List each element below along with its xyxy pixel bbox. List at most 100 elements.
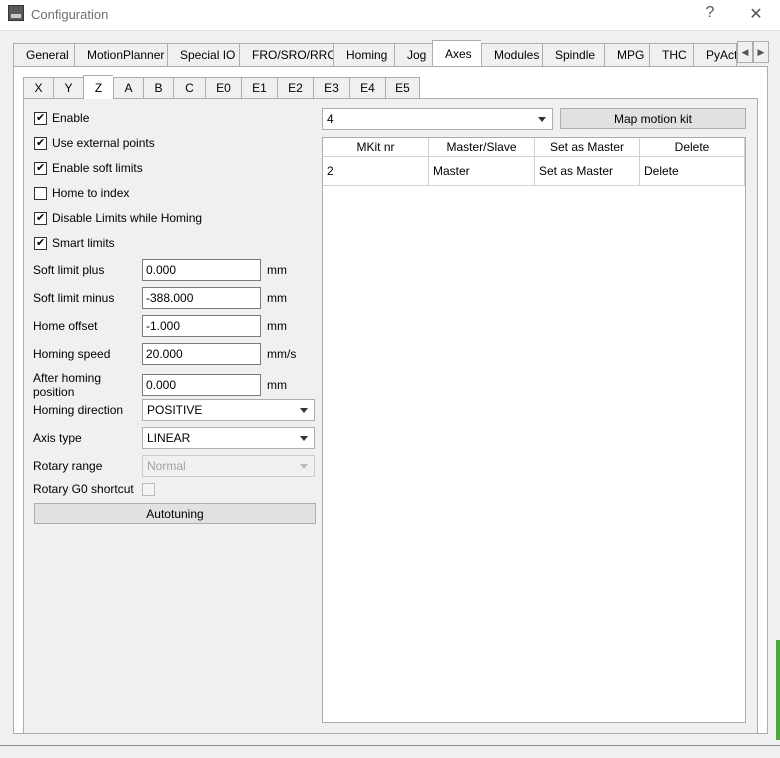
- home-to-index-checkbox[interactable]: Home to index: [34, 186, 129, 200]
- rotary-g0-shortcut-label: Rotary G0 shortcut: [33, 482, 134, 496]
- window-title: Configuration: [31, 7, 109, 22]
- tab-jog[interactable]: Jog: [394, 43, 432, 67]
- homing-speed-field[interactable]: [142, 343, 261, 365]
- tab-scroll-buttons: ◀ ▶: [737, 41, 769, 63]
- home-offset-field[interactable]: [142, 315, 261, 337]
- checkbox-box[interactable]: [34, 111, 47, 125]
- enable-soft-limits-checkbox[interactable]: Enable soft limits: [34, 161, 143, 175]
- soft-limit-plus-field[interactable]: [142, 259, 261, 281]
- home-offset-label: Home offset: [33, 319, 98, 333]
- axis-tab-e3[interactable]: E3: [313, 77, 349, 99]
- soft-limit-plus-unit: mm: [267, 263, 287, 277]
- axis-tab-y[interactable]: Y: [53, 77, 83, 99]
- rotary-range-select: Normal: [142, 455, 315, 477]
- rotary-g0-shortcut-checkbox: [142, 482, 155, 496]
- axis-tab-x[interactable]: X: [23, 77, 53, 99]
- soft-limit-minus-label: Soft limit minus: [33, 291, 115, 305]
- tab-general[interactable]: General: [13, 43, 74, 67]
- use-external-points-checkbox[interactable]: Use external points: [34, 136, 155, 150]
- tab-spindle[interactable]: Spindle: [542, 43, 604, 67]
- column-header-mkit-nr[interactable]: MKit nr: [323, 138, 429, 156]
- tab-pyaction[interactable]: PyActio: [693, 43, 737, 67]
- homing-direction-row: Homing direction POSITIVE: [33, 399, 315, 421]
- axis-type-row: Axis type LINEAR: [33, 427, 315, 449]
- tab-fro-sro-rro[interactable]: FRO/SRO/RRO: [239, 43, 337, 67]
- soft-limit-minus-field[interactable]: [142, 287, 261, 309]
- rotary-range-label: Rotary range: [33, 459, 103, 473]
- help-button[interactable]: ?: [698, 4, 722, 22]
- checkbox-box[interactable]: [34, 186, 47, 200]
- chevron-right-icon: ▶: [757, 46, 765, 57]
- home-offset-unit: mm: [267, 319, 287, 333]
- after-homing-position-field[interactable]: [142, 374, 261, 396]
- chevron-left-icon: ◀: [741, 46, 749, 57]
- rotary-range-row: Rotary range Normal: [33, 455, 315, 477]
- axis-tab-z[interactable]: Z: [83, 75, 113, 99]
- checkbox-box[interactable]: [34, 161, 47, 175]
- delete-button[interactable]: Delete: [640, 157, 745, 185]
- soft-limit-minus-unit: mm: [267, 291, 287, 305]
- axis-tab-a[interactable]: A: [113, 77, 143, 99]
- tab-motion-planner[interactable]: MotionPlanner: [74, 43, 167, 67]
- autotuning-button[interactable]: Autotuning: [34, 503, 316, 524]
- chevron-down-icon: [300, 408, 308, 413]
- cell-master-slave: Master: [429, 157, 535, 185]
- app-icon: [8, 5, 24, 21]
- tab-scroll-left-button[interactable]: ◀: [737, 41, 753, 63]
- tab-thc[interactable]: THC: [649, 43, 693, 67]
- soft-limit-plus-row: Soft limit plus mm: [33, 259, 287, 281]
- soft-limit-minus-row: Soft limit minus mm: [33, 287, 287, 309]
- motion-kit-table: MKit nr Master/Slave Set as Master Delet…: [322, 137, 746, 723]
- disable-limits-while-homing-checkbox[interactable]: Disable Limits while Homing: [34, 211, 202, 225]
- axis-tab-e0[interactable]: E0: [205, 77, 241, 99]
- tab-mpg[interactable]: MPG: [604, 43, 649, 67]
- axis-type-select[interactable]: LINEAR: [142, 427, 315, 449]
- home-offset-row: Home offset mm: [33, 315, 287, 337]
- window-bottom-edge: [0, 745, 780, 758]
- rotary-g0-shortcut-row: Rotary G0 shortcut: [33, 482, 160, 496]
- after-homing-position-unit: mm: [267, 378, 287, 392]
- checkbox-box[interactable]: [34, 211, 47, 225]
- checkbox-box[interactable]: [34, 236, 47, 250]
- column-header-delete[interactable]: Delete: [640, 138, 745, 156]
- title-bar: Configuration ? ✕: [0, 0, 780, 30]
- homing-direction-select[interactable]: POSITIVE: [142, 399, 315, 421]
- column-header-master-slave[interactable]: Master/Slave: [429, 138, 535, 156]
- table-header: MKit nr Master/Slave Set as Master Delet…: [323, 138, 745, 157]
- tab-modules[interactable]: Modules: [481, 43, 542, 67]
- close-button[interactable]: ✕: [744, 4, 768, 24]
- table-row: 2 Master Set as Master Delete: [323, 157, 745, 186]
- main-tab-bar: General MotionPlanner Special IO FRO/SRO…: [13, 40, 737, 67]
- axis-tab-e5[interactable]: E5: [385, 77, 420, 99]
- smart-limits-checkbox[interactable]: Smart limits: [34, 236, 115, 250]
- axis-tab-bar: X Y Z A B C E0 E1 E2 E3 E4 E5: [23, 75, 420, 99]
- homing-speed-label: Homing speed: [33, 347, 111, 361]
- axis-tab-e4[interactable]: E4: [349, 77, 385, 99]
- tab-special-io[interactable]: Special IO: [167, 43, 239, 67]
- cell-mkit-nr: 2: [323, 157, 429, 185]
- homing-speed-row: Homing speed mm/s: [33, 343, 296, 365]
- tab-axes[interactable]: Axes: [432, 40, 481, 66]
- homing-speed-unit: mm/s: [267, 347, 297, 361]
- soft-limit-plus-label: Soft limit plus: [33, 263, 105, 277]
- checkbox-box[interactable]: [34, 136, 47, 150]
- chevron-down-icon: [538, 117, 546, 122]
- axis-tab-e2[interactable]: E2: [277, 77, 313, 99]
- background-window-edge: [776, 640, 780, 740]
- after-homing-position-row: After homing position mm: [33, 371, 287, 399]
- set-as-master-button[interactable]: Set as Master: [535, 157, 640, 185]
- chevron-down-icon: [300, 464, 308, 469]
- axis-tab-c[interactable]: C: [173, 77, 205, 99]
- chevron-down-icon: [300, 436, 308, 441]
- homing-direction-label: Homing direction: [33, 403, 124, 417]
- column-header-set-as-master[interactable]: Set as Master: [535, 138, 640, 156]
- axis-tab-e1[interactable]: E1: [241, 77, 277, 99]
- axis-type-label: Axis type: [33, 431, 82, 445]
- motion-kit-select[interactable]: 4: [322, 108, 553, 130]
- axis-tab-b[interactable]: B: [143, 77, 173, 99]
- after-homing-position-label: After homing position: [33, 371, 102, 399]
- tab-scroll-right-button[interactable]: ▶: [753, 41, 769, 63]
- tab-homing[interactable]: Homing: [333, 43, 394, 67]
- enable-checkbox[interactable]: Enable: [34, 111, 89, 125]
- map-motion-kit-button[interactable]: Map motion kit: [560, 108, 746, 129]
